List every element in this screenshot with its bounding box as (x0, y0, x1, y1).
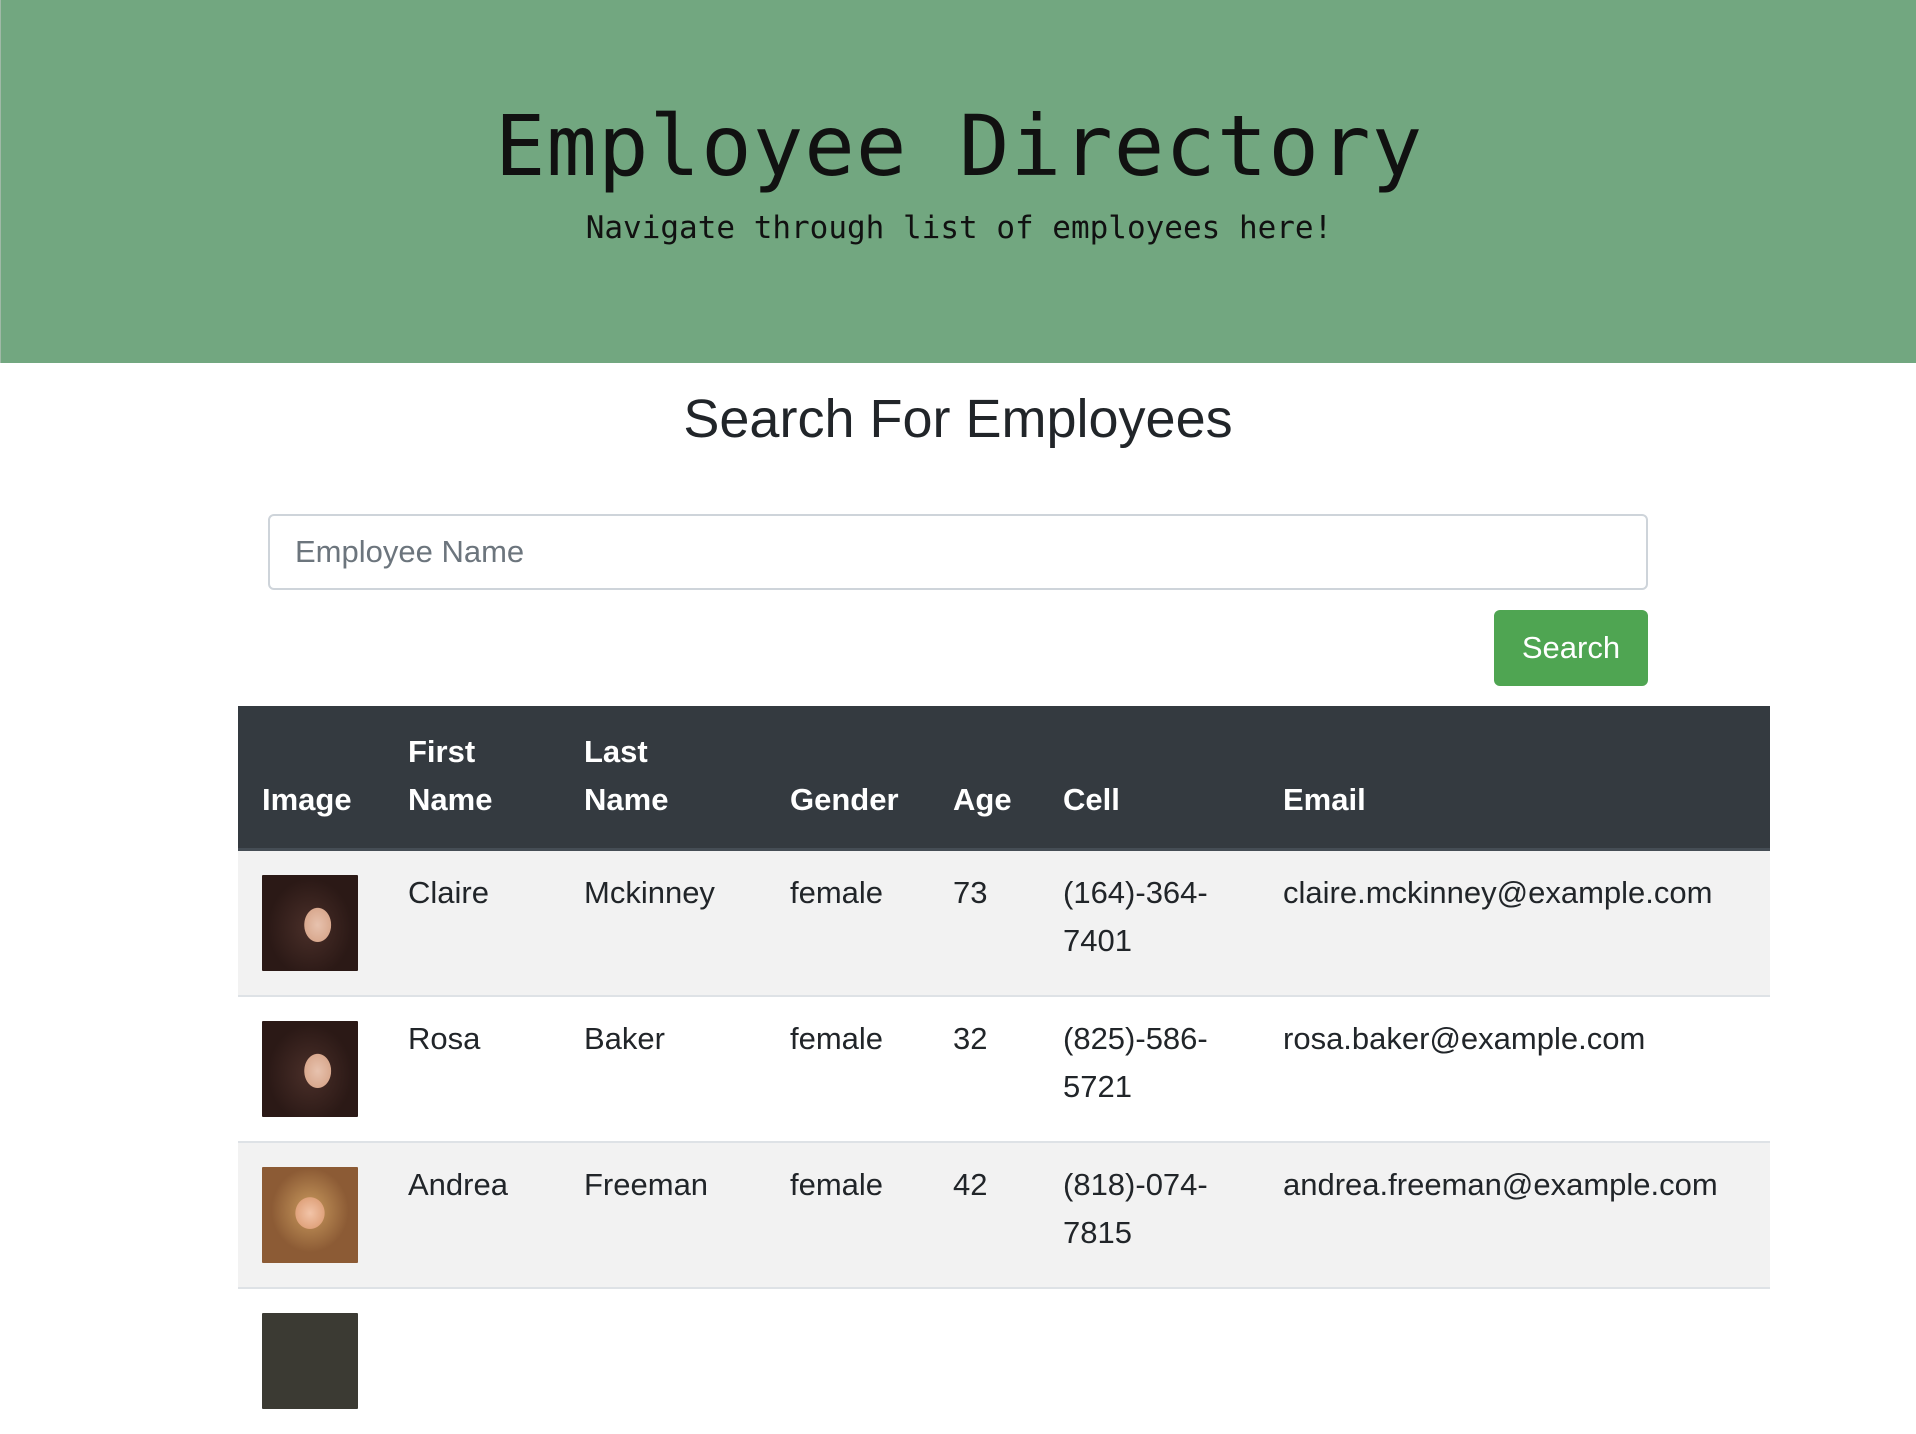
age-cell: 42 (929, 1140, 1039, 1288)
employee-avatar (262, 1020, 358, 1117)
search-heading: Search For Employees (683, 389, 1233, 449)
gender-cell: female (766, 994, 929, 1142)
column-header-email[interactable]: Email (1259, 706, 1770, 851)
gender-cell: female (766, 1140, 929, 1288)
cell-phone-cell: (825)-586-5721 (1039, 994, 1259, 1142)
email-cell: andrea.freeman@example.com (1259, 1140, 1770, 1288)
last-name-cell: Mckinney (560, 848, 766, 996)
employee-table: Image First Name Last Name Gender Age Cell… (238, 706, 1770, 1434)
page-subtitle: Navigate through list of employees here! (585, 210, 1333, 246)
column-header-first-name[interactable]: First Name (384, 706, 560, 851)
age-cell: 32 (929, 994, 1039, 1142)
column-header-last-name[interactable]: Last Name (560, 706, 766, 851)
last-name-cell: Freeman (560, 1140, 766, 1288)
employee-name-input[interactable] (268, 514, 1648, 590)
cell-phone-cell: (164)-364-7401 (1039, 848, 1259, 996)
column-header-image[interactable]: Image (238, 706, 384, 851)
table-header-row: Image First Name Last Name Gender Age Cell… (238, 706, 1770, 851)
employee-avatar (262, 1312, 358, 1409)
last-name-cell: Baker (560, 994, 766, 1142)
first-name-cell: Andrea (384, 1140, 560, 1288)
search-button[interactable]: Search (1494, 610, 1648, 686)
employee-table-container: Image First Name Last Name Gender Age Cell… (238, 706, 1770, 1434)
employee-avatar (262, 875, 358, 971)
column-header-age[interactable]: Age (929, 706, 1039, 851)
jumbotron-header: Employee Directory Navigate through list… (0, 0, 1916, 363)
first-name-cell: Rosa (384, 994, 560, 1142)
column-header-gender[interactable]: Gender (766, 706, 929, 851)
page-title: Employee Directory (494, 97, 1424, 195)
table-row: Andrea Freeman female 42 (818)-074-7815 … (238, 1140, 1770, 1288)
email-cell: claire.mckinney@example.com (1259, 848, 1770, 996)
table-row: Claire Mckinney female 73 (164)-364-7401… (238, 848, 1770, 996)
employee-avatar (262, 1166, 358, 1263)
email-cell: rosa.baker@example.com (1259, 994, 1770, 1142)
column-header-cell[interactable]: Cell (1039, 706, 1259, 851)
gender-cell: female (766, 848, 929, 996)
first-name-cell: Claire (384, 848, 560, 996)
cell-phone-cell: (818)-074-7815 (1039, 1140, 1259, 1288)
table-row (238, 1286, 1770, 1434)
age-cell: 73 (929, 848, 1039, 996)
table-row: Rosa Baker female 32 (825)-586-5721 rosa… (238, 994, 1770, 1142)
